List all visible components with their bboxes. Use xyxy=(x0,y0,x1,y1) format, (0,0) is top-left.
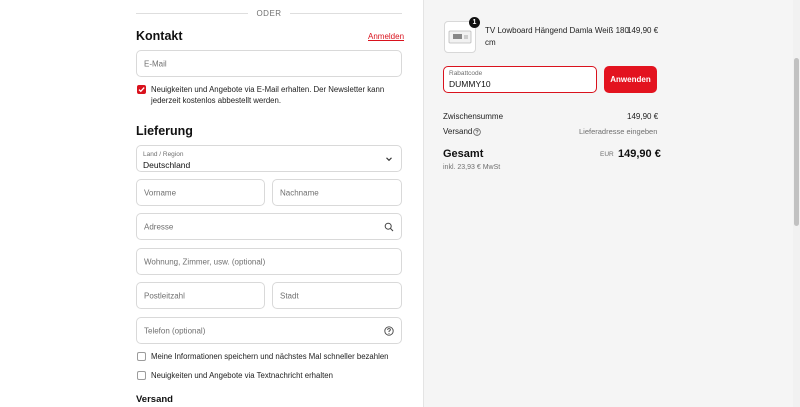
currency-code: EUR xyxy=(600,151,614,158)
or-divider-label: ODER xyxy=(256,8,282,18)
newsletter-label-line1: Neuigkeiten und Angebote via E-Mail erha… xyxy=(151,85,385,94)
divider-line-right xyxy=(289,12,402,14)
discount-code-value: DUMMY10 xyxy=(449,79,491,89)
apply-discount-button[interactable]: Anwenden xyxy=(604,66,657,93)
email-placeholder: E-Mail xyxy=(144,59,167,68)
shipping-heading: Versand xyxy=(136,394,173,405)
city-placeholder: Stadt xyxy=(280,291,299,300)
sms-checkbox[interactable] xyxy=(137,371,146,380)
subtotal-value: 149,90 € xyxy=(627,112,659,121)
or-divider: ODER xyxy=(136,6,402,20)
address-placeholder: Adresse xyxy=(144,222,174,231)
search-icon xyxy=(384,222,394,231)
order-summary-panel xyxy=(423,0,793,407)
product-price: 149,90 € xyxy=(627,26,659,35)
page-scrollbar[interactable] xyxy=(793,0,800,407)
divider-line-left xyxy=(136,12,249,14)
postal-code-placeholder: Postleitzahl xyxy=(144,291,185,300)
last-name-field[interactable]: Nachname xyxy=(272,179,402,206)
quantity-badge: 1 xyxy=(469,17,480,28)
shipping-info-icon[interactable] xyxy=(473,128,481,136)
subtotal-label: Zwischensumme xyxy=(443,112,504,121)
apartment-placeholder: Wohnung, Zimmer, usw. (optional) xyxy=(144,257,266,266)
sms-label: Neuigkeiten und Angebote via Textnachric… xyxy=(151,371,333,380)
tax-note: inkl. 23,93 € MwSt xyxy=(443,164,501,171)
newsletter-checkbox[interactable] xyxy=(137,85,146,94)
country-label: Land / Region xyxy=(143,151,184,158)
discount-code-label: Rabattcode xyxy=(449,70,483,77)
save-info-label: Meine Informationen speichern und nächst… xyxy=(151,352,389,361)
shipping-value: Lieferadresse eingeben xyxy=(579,127,658,136)
first-name-placeholder: Vorname xyxy=(144,188,177,197)
address-field[interactable]: Adresse xyxy=(136,213,402,240)
apartment-field[interactable]: Wohnung, Zimmer, usw. (optional) xyxy=(136,248,402,275)
product-name-line1: TV Lowboard Hängend Damla Weiß 180 xyxy=(485,26,629,35)
checkmark-icon xyxy=(138,87,145,93)
country-value: Deutschland xyxy=(143,160,191,170)
checkout-form-panel: ODER Kontakt Anmelden E-Mail Neuigkeiten… xyxy=(0,0,423,407)
delivery-heading: Lieferung xyxy=(136,124,193,138)
phone-field[interactable]: Telefon (optional) xyxy=(136,317,402,344)
shipping-label: Versand xyxy=(443,127,473,136)
first-name-field[interactable]: Vorname xyxy=(136,179,265,206)
total-label: Gesamt xyxy=(443,148,484,160)
save-info-checkbox[interactable] xyxy=(137,352,146,361)
help-icon[interactable] xyxy=(384,325,394,336)
last-name-placeholder: Nachname xyxy=(280,188,319,197)
scrollbar-thumb[interactable] xyxy=(794,58,799,226)
chevron-down-icon xyxy=(386,156,392,161)
email-field[interactable]: E-Mail xyxy=(136,50,402,77)
product-name-line2: cm xyxy=(485,38,496,47)
newsletter-label-line2: jederzeit kostenlos abbestellt werden. xyxy=(151,96,282,105)
country-select[interactable]: Land / Region Deutschland xyxy=(136,145,402,172)
phone-placeholder: Telefon (optional) xyxy=(144,326,206,335)
postal-code-field[interactable]: Postleitzahl xyxy=(136,282,265,309)
total-value: 149,90 € xyxy=(618,148,661,160)
login-link[interactable]: Anmelden xyxy=(368,32,404,41)
contact-heading: Kontakt xyxy=(136,29,183,43)
city-field[interactable]: Stadt xyxy=(272,282,402,309)
discount-code-field[interactable]: Rabattcode DUMMY10 xyxy=(443,66,597,93)
